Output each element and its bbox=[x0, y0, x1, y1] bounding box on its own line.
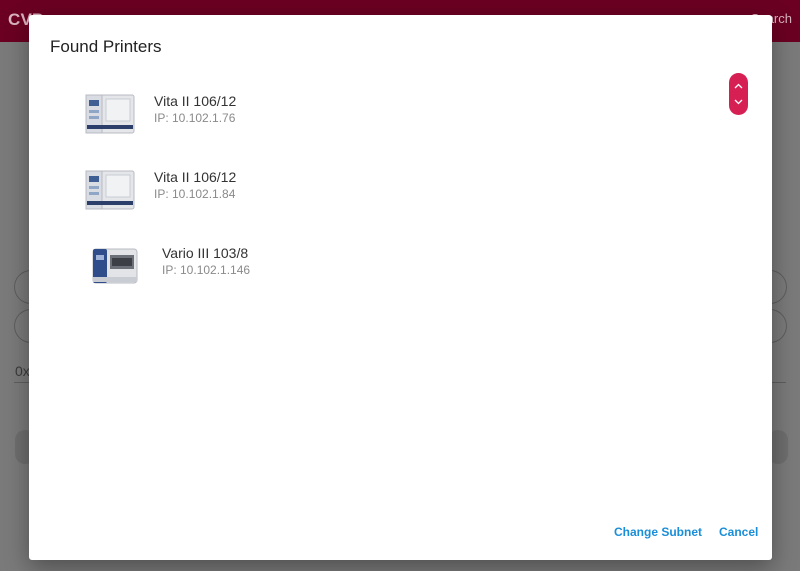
printer-ip: IP: 10.102.1.84 bbox=[154, 187, 236, 201]
printer-ip: IP: 10.102.1.76 bbox=[154, 111, 236, 125]
printer-list-item[interactable]: Vita II 106/12 IP: 10.102.1.76 bbox=[84, 89, 604, 141]
background-field-text: 0x bbox=[15, 363, 30, 379]
printer-vita-icon bbox=[85, 170, 135, 210]
printer-list-item[interactable]: Vario III 103/8 IP: 10.102.1.146 bbox=[84, 241, 604, 293]
background-field-4 bbox=[770, 309, 787, 343]
printer-name: Vita II 106/12 bbox=[154, 169, 237, 185]
printer-name: Vita II 106/12 bbox=[154, 93, 237, 109]
chevron-up-down-icon bbox=[734, 83, 743, 105]
printer-vita-icon bbox=[85, 94, 135, 134]
printer-list-item[interactable]: Vita II 106/12 IP: 10.102.1.84 bbox=[84, 165, 604, 217]
scroll-toggle-button[interactable] bbox=[729, 73, 748, 115]
cancel-button[interactable]: Cancel bbox=[719, 525, 758, 539]
change-subnet-button[interactable]: Change Subnet bbox=[614, 525, 702, 539]
found-printers-dialog: Found Printers Vita II 106/12 IP: 10.102… bbox=[29, 15, 772, 560]
background-field-3 bbox=[770, 270, 787, 304]
printer-name: Vario III 103/8 bbox=[162, 245, 249, 261]
printer-vario-icon bbox=[92, 248, 138, 284]
printer-ip: IP: 10.102.1.146 bbox=[162, 263, 251, 277]
dialog-title: Found Printers bbox=[50, 37, 162, 56]
